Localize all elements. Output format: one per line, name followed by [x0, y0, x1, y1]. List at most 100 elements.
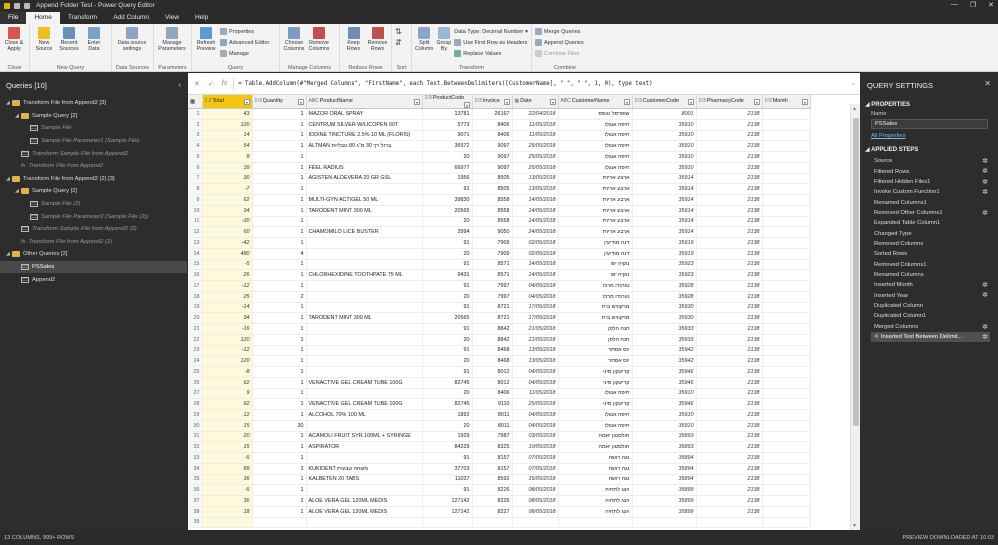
table-cell[interactable]	[762, 119, 811, 131]
table-cell[interactable]: CENTRUM SILVER W/LICOPEN 60T	[306, 119, 423, 131]
table-cell[interactable]	[762, 452, 811, 464]
column-type-icon[interactable]: 1²3	[255, 98, 262, 104]
table-cell[interactable]: 91	[422, 345, 473, 357]
table-cell[interactable]: 11/05/2018	[512, 130, 559, 142]
table-cell[interactable]	[306, 452, 423, 464]
table-cell[interactable]: 35910	[632, 420, 697, 432]
tab-file[interactable]: File	[0, 12, 27, 24]
delete-step-icon[interactable]: ✕	[874, 334, 879, 340]
table-cell[interactable]: 62	[202, 377, 253, 389]
table-cell[interactable]	[306, 302, 423, 314]
table-cell[interactable]	[762, 269, 811, 281]
table-row[interactable]: 24 120 1 20 8468 13/05/2018 יוס אסתר 35942 2138	[188, 355, 811, 367]
table-cell[interactable]: 1892	[422, 409, 473, 421]
table-cell[interactable]	[632, 517, 697, 529]
table-cell[interactable]: 07/05/2018	[512, 452, 559, 464]
column-header[interactable]: ▦Date	[512, 95, 559, 109]
column-filter-dropdown-icon[interactable]	[801, 99, 808, 105]
table-cell[interactable]: מרקוויש בית	[558, 302, 633, 314]
table-cell[interactable]: 35910	[632, 162, 697, 174]
table-cell[interactable]: חיפה אנגלו	[558, 409, 633, 421]
table-cell[interactable]: 35899	[632, 484, 697, 496]
table-cell[interactable]: 35919	[632, 248, 697, 260]
table-row[interactable]: 6 39 1 FEEL RADIUS 66977 9097 25/05/2018 חיפה א…	[188, 162, 811, 174]
table-cell[interactable]: 2138	[696, 420, 763, 432]
table-cell[interactable]: ALOE VERA GEL 120ML MEDIS	[306, 506, 423, 518]
table-cell[interactable]: 8558	[472, 194, 513, 206]
table-cell[interactable]: 1	[252, 452, 307, 464]
table-cell[interactable]: 8558	[472, 205, 513, 217]
table-row[interactable]: 36 -5 1 91 8226 08/05/2018 ויצג לתחיה 35899 2138	[188, 484, 811, 496]
combine-files-button[interactable]: Combine Files	[535, 49, 584, 58]
row-number[interactable]: 8	[188, 183, 203, 195]
table-cell[interactable]: 8226	[472, 495, 513, 507]
row-number[interactable]: 2	[188, 119, 203, 131]
table-cell[interactable]: 35910	[632, 130, 697, 142]
table-cell[interactable]: 2138	[696, 377, 763, 389]
table-cell[interactable]: 04/05/2018	[512, 280, 559, 292]
scroll-up-icon[interactable]: ▴	[853, 105, 856, 112]
commit-formula-icon[interactable]: ✓	[208, 80, 214, 88]
table-cell[interactable]: VENACTIVE GEL CREAM TUBE 100G	[306, 398, 423, 410]
row-number[interactable]: 5	[188, 151, 203, 163]
table-cell[interactable]: מרקוויש בית	[558, 312, 633, 324]
table-cell[interactable]	[762, 173, 811, 185]
table-cell[interactable]: 2138	[696, 173, 763, 185]
table-cell[interactable]: 1	[252, 226, 307, 238]
table-cell[interactable]: 43	[202, 108, 253, 120]
table-cell[interactable]: 20	[422, 291, 473, 303]
merge-queries-button[interactable]: Merge Queries	[535, 27, 584, 36]
table-cell[interactable]: 1	[252, 474, 307, 486]
row-number[interactable]: 19	[188, 302, 203, 314]
row-number[interactable]: 4	[188, 140, 203, 152]
table-cell[interactable]: 1	[252, 108, 307, 120]
table-cell[interactable]: TARODENT MINT 300 ML	[306, 312, 423, 324]
table-row[interactable]: 35 36 1 KALBETEN 20 TABS 11037 8592 15/05/2018…	[188, 474, 811, 486]
applied-step[interactable]: Removed Other Columns1 ✲	[871, 208, 990, 218]
table-cell[interactable]	[696, 517, 763, 529]
table-cell[interactable]: -14	[202, 302, 253, 314]
column-filter-dropdown-icon[interactable]	[413, 99, 420, 105]
table-cell[interactable]	[762, 259, 811, 271]
table-cell[interactable]: MULTI-GYN ACTIGEL 50 ML	[306, 194, 423, 206]
table-cell[interactable]: 7909	[472, 237, 513, 249]
table-cell[interactable]: 08/05/2018	[512, 506, 559, 518]
gear-icon[interactable]: ✲	[982, 157, 988, 165]
table-row[interactable]: 38 18 1 ALOE VERA GEL 120ML MEDIS 127142 8227…	[188, 506, 811, 518]
table-cell[interactable]	[762, 398, 811, 410]
applied-step[interactable]: Changed Type	[871, 228, 990, 238]
row-number[interactable]: 11	[188, 216, 203, 228]
table-cell[interactable]: 1	[252, 194, 307, 206]
row-number[interactable]: 26	[188, 377, 203, 389]
table-cell[interactable]: 7997	[472, 291, 513, 303]
table-cell[interactable]: 15	[202, 441, 253, 453]
table-row[interactable]: 22 120 1 20 8842 21/05/2018 חנה הלפן 35933 2138	[188, 334, 811, 346]
table-cell[interactable]: 8406	[472, 388, 513, 400]
close-settings-icon[interactable]: ✕	[984, 79, 991, 88]
table-cell[interactable]: 1	[252, 280, 307, 292]
table-cell[interactable]: ויצג לתחיה	[558, 484, 633, 496]
table-cell[interactable]: 11/05/2018	[512, 388, 559, 400]
table-cell[interactable]	[762, 377, 811, 389]
column-filter-dropdown-icon[interactable]	[549, 99, 556, 105]
table-cell[interactable]	[762, 334, 811, 346]
table-cell[interactable]: 2138	[696, 474, 763, 486]
table-cell[interactable]: 35930	[632, 302, 697, 314]
table-cell[interactable]: 2138	[696, 194, 763, 206]
table-cell[interactable]: 35910	[632, 140, 697, 152]
table-row[interactable]: 37 36 2 ALOE VERA GEL 120ML MEDIS 127142 8226…	[188, 495, 811, 507]
table-cell[interactable]: 2138	[696, 441, 763, 453]
table-cell[interactable]: 8011	[472, 409, 513, 421]
column-type-icon[interactable]: ABC	[309, 98, 319, 104]
table-cell[interactable]: 03/05/2018	[512, 431, 559, 443]
table-cell[interactable]: 2138	[696, 280, 763, 292]
row-number[interactable]: 28	[188, 398, 203, 410]
column-header[interactable]: 1.2Total	[202, 95, 253, 109]
table-cell[interactable]: 30	[202, 173, 253, 185]
table-cell[interactable]: 2138	[696, 323, 763, 335]
table-cell[interactable]: 8505	[472, 173, 513, 185]
table-cell[interactable]: 8468	[472, 355, 513, 367]
table-cell[interactable]: 1	[252, 506, 307, 518]
table-cell[interactable]: חיפה אנגלו	[558, 420, 633, 432]
row-number[interactable]: 37	[188, 495, 203, 507]
